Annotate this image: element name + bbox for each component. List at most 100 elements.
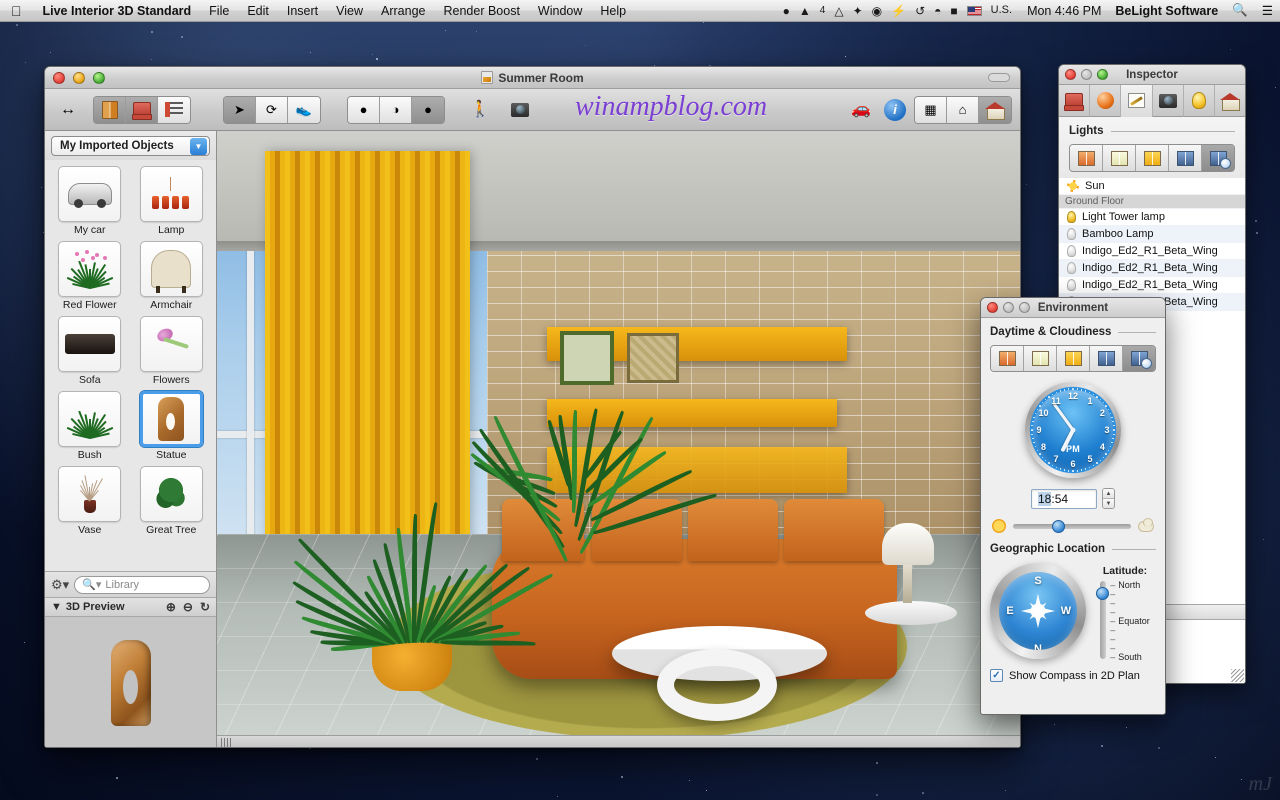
compass-dial[interactable]: N E S W <box>990 563 1086 659</box>
noon-preset[interactable] <box>1136 145 1169 171</box>
close-button[interactable] <box>53 71 65 84</box>
zoom-in-icon[interactable]: ⊕ <box>166 600 176 614</box>
object-cell[interactable]: Statue <box>131 389 213 464</box>
object-thumbnail[interactable] <box>139 391 203 447</box>
menu-clock[interactable]: Mon 4:46 PM <box>1020 4 1108 18</box>
edit-tab[interactable] <box>1121 84 1153 117</box>
object-cell[interactable]: Bush <box>49 389 131 464</box>
object-thumbnail[interactable] <box>139 466 203 522</box>
object-thumbnail[interactable] <box>58 316 122 372</box>
object-cell[interactable]: Red Flower <box>49 239 131 314</box>
3d-preview-pane[interactable] <box>45 617 216 747</box>
show-compass-checkbox[interactable]: ✓ <box>990 669 1003 682</box>
lights-list-item[interactable]: Light Tower lamp <box>1059 209 1245 226</box>
material-tab[interactable] <box>1090 84 1122 117</box>
menu-edit[interactable]: Edit <box>238 4 278 18</box>
disclosure-triangle-icon[interactable]: ▼ <box>51 601 62 613</box>
lights-list-item[interactable]: Indigo_Ed2_R1_Beta_Wing <box>1059 277 1245 294</box>
3d-viewport[interactable] <box>217 131 1020 747</box>
stepper-up-button[interactable]: ▲ <box>1103 489 1114 499</box>
search-icon[interactable]: 🔍 <box>1225 3 1255 18</box>
environment-titlebar[interactable]: Environment <box>981 298 1165 318</box>
camera-icon[interactable] <box>505 97 535 123</box>
flat-render-button[interactable]: ● <box>348 96 380 123</box>
time-machine-icon[interactable]: ↺ <box>915 5 925 17</box>
custom-time-preset[interactable] <box>1123 346 1155 371</box>
lights-list-item[interactable]: Sun <box>1059 178 1245 195</box>
inspector-resize-grip[interactable] <box>1231 669 1244 682</box>
object-thumbnail[interactable] <box>58 391 122 447</box>
table-lamp[interactable] <box>882 523 934 565</box>
object-cell[interactable]: Flowers <box>131 314 213 389</box>
furniture-library-button[interactable] <box>126 96 158 123</box>
lights-list-item[interactable]: Bamboo Lamp <box>1059 226 1245 243</box>
object-cell[interactable]: Armchair <box>131 239 213 314</box>
menu-help[interactable]: Help <box>591 4 635 18</box>
object-cell[interactable]: Vase <box>49 464 131 539</box>
red-machine-icon[interactable]: 🚗 <box>846 97 876 123</box>
object-cell[interactable]: Great Tree <box>131 464 213 539</box>
menu-render-boost[interactable]: Render Boost <box>434 4 528 18</box>
select-tool[interactable]: ➤ <box>224 96 256 123</box>
flash-icon[interactable]: ⚡ <box>891 5 906 17</box>
input-locale-label[interactable]: U.S. <box>991 5 1012 16</box>
object-thumbnail[interactable] <box>139 241 203 297</box>
object-cell[interactable]: Lamp <box>131 164 213 239</box>
properties-list-button[interactable] <box>158 96 190 123</box>
dropbox-icon[interactable]: ✦ <box>853 5 863 17</box>
3d-view-button[interactable] <box>979 96 1011 123</box>
category-popup-button[interactable]: My Imported Objects ▼ <box>51 136 210 156</box>
battery-icon[interactable]: ■ <box>950 5 957 17</box>
objects-library-button[interactable] <box>94 96 126 123</box>
object-thumbnail[interactable] <box>139 316 203 372</box>
cloudiness-slider-knob[interactable] <box>1051 519 1065 533</box>
noon-preset[interactable] <box>1057 346 1090 371</box>
light-tab[interactable] <box>1184 84 1215 117</box>
building-tab[interactable] <box>1215 85 1245 117</box>
main-window-titlebar[interactable]: Summer Room <box>45 67 1020 89</box>
show-compass-row[interactable]: ✓ Show Compass in 2D Plan <box>990 669 1156 682</box>
lights-list-item[interactable]: Indigo_Ed2_R1_Beta_Wing <box>1059 243 1245 260</box>
arrows-horizontal-icon[interactable]: ↔ <box>53 97 83 123</box>
preview-statue-model[interactable] <box>110 640 151 726</box>
camera-tab[interactable] <box>1153 84 1184 117</box>
menu-insert[interactable]: Insert <box>278 4 327 18</box>
wifi-icon[interactable]: ◓ <box>934 5 941 17</box>
check-circle-icon[interactable]: ● <box>783 5 790 17</box>
menu-window[interactable]: Window <box>529 4 591 18</box>
adobe-icon[interactable]: ▲ <box>799 5 811 17</box>
zoom-button[interactable] <box>93 71 105 84</box>
menu-user[interactable]: BeLight Software <box>1108 4 1225 18</box>
night-preset[interactable] <box>1169 145 1202 171</box>
plan-3d-button[interactable]: ⌂ <box>947 96 979 123</box>
lights-list-item[interactable]: Indigo_Ed2_R1_Beta_Wing <box>1059 260 1245 277</box>
rotate-icon[interactable]: ↻ <box>200 600 210 614</box>
walk-tool[interactable]: 👟 <box>288 96 320 123</box>
search-input[interactable]: 🔍▾ Library <box>74 575 210 594</box>
daylight-preset[interactable] <box>1024 346 1057 371</box>
object-thumbnail[interactable] <box>58 241 122 297</box>
latitude-slider-knob[interactable] <box>1096 587 1110 601</box>
resize-grip-icon[interactable] <box>221 738 231 747</box>
stepper-down-button[interactable]: ▼ <box>1103 499 1114 508</box>
apple-menu-icon[interactable]:  <box>0 4 34 18</box>
menu-app-name[interactable]: Live Interior 3D Standard <box>34 4 201 18</box>
daylight-preset[interactable] <box>1103 145 1136 171</box>
object-thumbnail[interactable] <box>58 466 122 522</box>
cloudiness-slider[interactable] <box>1013 519 1131 533</box>
time-input[interactable]: 18:54 <box>1031 488 1097 509</box>
shaded-render-button[interactable]: ◑ <box>380 96 412 123</box>
time-stepper[interactable]: ▲ ▼ <box>1102 488 1115 509</box>
object-thumbnail[interactable] <box>58 166 122 222</box>
split-view-button[interactable]: ▦ <box>915 96 947 123</box>
evernote-icon[interactable]: ◉ <box>872 5 882 17</box>
minimize-button[interactable] <box>73 71 85 84</box>
object-tab[interactable] <box>1059 84 1091 117</box>
object-cell[interactable]: My car <box>49 164 131 239</box>
sunset-preset[interactable] <box>991 346 1024 371</box>
google-drive-icon[interactable]: △ <box>834 5 843 17</box>
preview-header[interactable]: ▼ 3D Preview ⊕ ⊖ ↻ <box>45 597 216 617</box>
night-preset[interactable] <box>1090 346 1123 371</box>
menu-view[interactable]: View <box>327 4 372 18</box>
walking-person-icon[interactable]: 🚶 <box>465 97 495 123</box>
